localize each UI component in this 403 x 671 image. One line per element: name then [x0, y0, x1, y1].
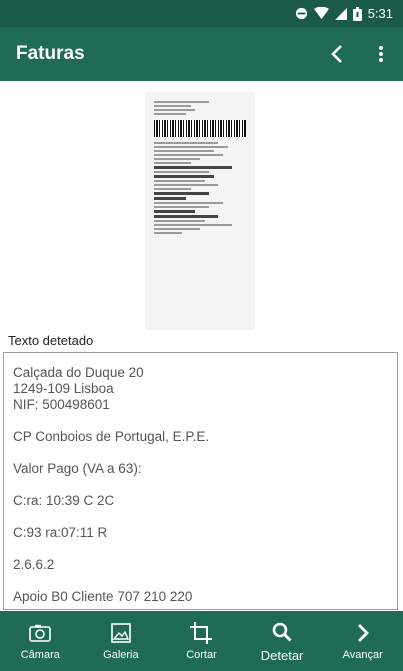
- chevron-left-icon: [331, 45, 342, 63]
- detect-label: Detetar: [260, 647, 304, 663]
- camera-label: Câmara: [20, 649, 60, 661]
- status-time: 5:31: [367, 6, 393, 21]
- text-line: Apoio B0 Cliente 707 210 220: [13, 589, 193, 604]
- do-not-disturb-icon: [295, 7, 308, 20]
- crop-button[interactable]: Cortar: [161, 611, 242, 671]
- receipt-image[interactable]: [146, 93, 254, 329]
- text-line: Calçada do Duque 20: [13, 365, 144, 380]
- chevron-right-icon: [356, 621, 370, 645]
- text-line: NIF: 500498601: [13, 397, 110, 412]
- more-vert-icon: [379, 46, 383, 62]
- detected-text-field[interactable]: Calçada do Duque 20 1249-109 Lisboa NIF:…: [3, 352, 398, 610]
- battery-icon: [352, 6, 362, 21]
- wifi-icon: [313, 7, 329, 20]
- overflow-menu-button[interactable]: [359, 27, 403, 81]
- next-button[interactable]: Avançar: [322, 611, 403, 671]
- search-icon: [272, 620, 292, 644]
- address-block: Calçada do Duque 20 1249-109 Lisboa NIF:…: [13, 365, 388, 413]
- crop-label: Cortar: [186, 649, 217, 661]
- text-line: C:ra: 10:39 C 2C: [13, 493, 115, 508]
- barcode-graphic: [154, 120, 246, 137]
- image-icon: [111, 621, 131, 645]
- text-line: 2.6.6.2: [13, 557, 55, 572]
- camera-icon: [29, 621, 52, 645]
- text-line: CP Conboios de Portugal, E.P.E.: [13, 429, 210, 444]
- gallery-button[interactable]: Galeria: [81, 611, 162, 671]
- text-line: Valor Pago (VA a 63):: [13, 461, 142, 476]
- status-bar: 5:31: [0, 0, 403, 27]
- app-bar-actions: [315, 27, 403, 81]
- crop-icon: [190, 621, 213, 645]
- text-line: C:93 ra:07:11 R: [13, 525, 108, 540]
- detect-button[interactable]: Detetar: [242, 611, 323, 671]
- receipt-preview-area: [0, 81, 403, 331]
- detected-text-label: Texto detetado: [8, 333, 94, 348]
- bottom-toolbar: Câmara Galeria Cortar Detetar Avançar: [0, 611, 403, 671]
- back-button[interactable]: [315, 27, 359, 81]
- text-line: 1249-109 Lisboa: [13, 381, 114, 396]
- page-title: Faturas: [16, 43, 85, 64]
- app-bar: Faturas: [0, 27, 403, 81]
- signal-icon: [334, 7, 347, 20]
- gallery-label: Galeria: [103, 649, 139, 661]
- camera-button[interactable]: Câmara: [0, 611, 81, 671]
- next-label: Avançar: [342, 649, 383, 661]
